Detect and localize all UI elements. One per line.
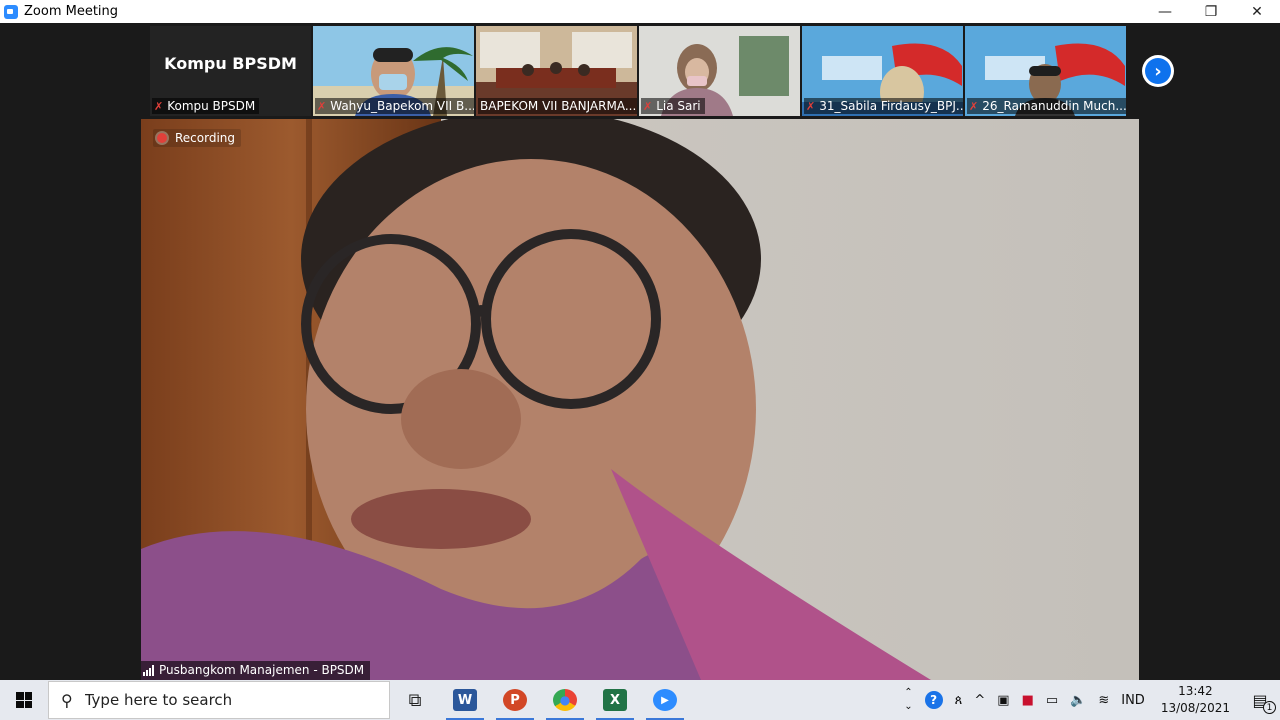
participant-tile[interactable]: ✗ Wahyu_Bapekom VII B... <box>313 26 474 116</box>
show-hidden-icons-button[interactable]: ^ <box>968 680 991 720</box>
participant-name: Wahyu_Bapekom VII B... <box>330 99 474 113</box>
participant-label: ✗ Lia Sari <box>641 98 705 114</box>
overflow-arrows-icon[interactable]: ⌃ ⌄ <box>898 680 918 720</box>
help-icon: ? <box>924 691 943 709</box>
speaker-name: Pusbangkom Manajemen - BPSDM <box>159 663 365 677</box>
speaker-video-frame <box>141 119 1139 680</box>
battery-icon[interactable]: ▭ <box>1040 680 1064 720</box>
title-bar: Zoom Meeting — ❐ ✕ <box>0 0 1280 23</box>
mic-off-icon: ✗ <box>317 99 327 113</box>
clock[interactable]: 13:42 13/08/2021 <box>1151 683 1240 717</box>
participant-tile[interactable]: BAPEKOM VII BANJARMA... <box>476 26 637 116</box>
recording-label: Recording <box>175 131 236 145</box>
powerpoint-icon: P <box>503 689 527 711</box>
clock-date: 13/08/2021 <box>1160 701 1230 715</box>
zoom-icon: ▶ <box>653 689 677 711</box>
active-speaker-video[interactable]: Recording Pusbangkom Manajemen - BPSDM <box>141 119 1139 680</box>
task-view-icon: ⧉ <box>408 689 422 711</box>
participant-label: ✗ 31_Sabila Firdausy_BPJ... <box>804 98 963 114</box>
participant-display-name: Kompu BPSDM <box>164 53 297 73</box>
mic-off-icon: ✗ <box>806 99 816 113</box>
people-icon[interactable]: ጰ <box>949 680 969 720</box>
chrome-icon: ● <box>553 689 577 711</box>
task-view-button[interactable]: ⧉ <box>390 680 440 720</box>
system-tray: ⌃ ⌄ ? ጰ ^ ▣ ■ ▭ 🔈 ≋ IND 13:42 13/08/2021 … <box>898 680 1280 720</box>
participant-tile[interactable]: ✗ 31_Sabila Firdausy_BPJ... <box>802 26 963 116</box>
help-button[interactable]: ? <box>919 680 949 720</box>
close-button[interactable]: ✕ <box>1234 0 1280 23</box>
participant-tile[interactable]: ✗ 26_Ramanuddin Much... <box>965 26 1126 116</box>
gallery-strip: Kompu BPSDM ✗ Kompu BPSDM ✗ Wahyu_Bapeko… <box>150 26 1130 116</box>
chevron-right-icon: › <box>1145 58 1171 84</box>
notifications-button[interactable]: ▤ 1 <box>1240 680 1280 720</box>
mic-off-icon: ✗ <box>969 99 979 113</box>
clock-time: 13:42 <box>1178 684 1213 698</box>
participant-name: Lia Sari <box>656 99 701 113</box>
wifi-icon[interactable]: ≋ <box>1092 680 1115 720</box>
meet-now-icon[interactable]: ▣ <box>991 680 1015 720</box>
speaker-label: Pusbangkom Manajemen - BPSDM <box>141 661 371 680</box>
taskbar: ⚲ ⧉ W P ● X ▶ ⌃⌄ ? ጰ ^ ▣ ■ ▭ 🔈 ≋ IND 13:… <box>0 680 1280 720</box>
notification-count: 1 <box>1263 701 1276 714</box>
chrome-taskbar-button[interactable]: ● <box>540 680 590 720</box>
powerpoint-taskbar-button[interactable]: P <box>490 680 540 720</box>
start-button[interactable] <box>0 680 48 720</box>
participant-label: ✗ Kompu BPSDM <box>152 98 260 114</box>
participant-name: Kompu BPSDM <box>167 99 256 113</box>
participant-name: 26_Ramanuddin Much... <box>982 99 1126 113</box>
word-taskbar-button[interactable]: W <box>440 680 490 720</box>
excel-icon: X <box>603 689 627 711</box>
next-page-button[interactable]: › <box>1142 55 1174 87</box>
signal-strength-icon <box>143 664 154 676</box>
participant-name: BAPEKOM VII BANJARMA... <box>480 99 637 113</box>
windows-logo-icon <box>16 692 32 708</box>
participant-label: ✗ Wahyu_Bapekom VII B... <box>315 98 474 114</box>
participant-name: 31_Sabila Firdausy_BPJ... <box>819 99 963 113</box>
language-indicator[interactable]: IND <box>1115 680 1151 720</box>
volume-icon[interactable]: 🔈 <box>1064 680 1092 720</box>
minimize-button[interactable]: — <box>1142 0 1188 23</box>
mic-off-icon: ✗ <box>643 99 653 113</box>
participant-label: BAPEKOM VII BANJARMA... <box>478 98 637 114</box>
restore-button[interactable]: ❐ <box>1188 0 1234 23</box>
recording-indicator: Recording <box>153 129 242 147</box>
recording-dot-icon <box>157 133 167 143</box>
zoom-app-icon <box>4 4 18 19</box>
search-icon: ⚲ <box>61 690 73 710</box>
search-input[interactable] <box>82 690 367 710</box>
excel-taskbar-button[interactable]: X <box>590 680 640 720</box>
mic-off-icon: ✗ <box>154 99 164 113</box>
meeting-area: Kompu BPSDM ✗ Kompu BPSDM ✗ Wahyu_Bapeko… <box>0 23 1280 680</box>
participant-label: ✗ 26_Ramanuddin Much... <box>967 98 1126 114</box>
participant-tile[interactable]: ✗ Lia Sari <box>639 26 800 116</box>
window-title: Zoom Meeting <box>24 4 119 19</box>
participant-tile[interactable]: Kompu BPSDM ✗ Kompu BPSDM <box>150 26 311 116</box>
word-icon: W <box>453 689 477 711</box>
zoom-taskbar-button[interactable]: ▶ <box>640 680 690 720</box>
taskbar-search[interactable]: ⚲ <box>48 681 390 719</box>
window-controls: — ❐ ✕ <box>1142 0 1280 23</box>
gift-icon[interactable]: ■ <box>1016 680 1040 720</box>
